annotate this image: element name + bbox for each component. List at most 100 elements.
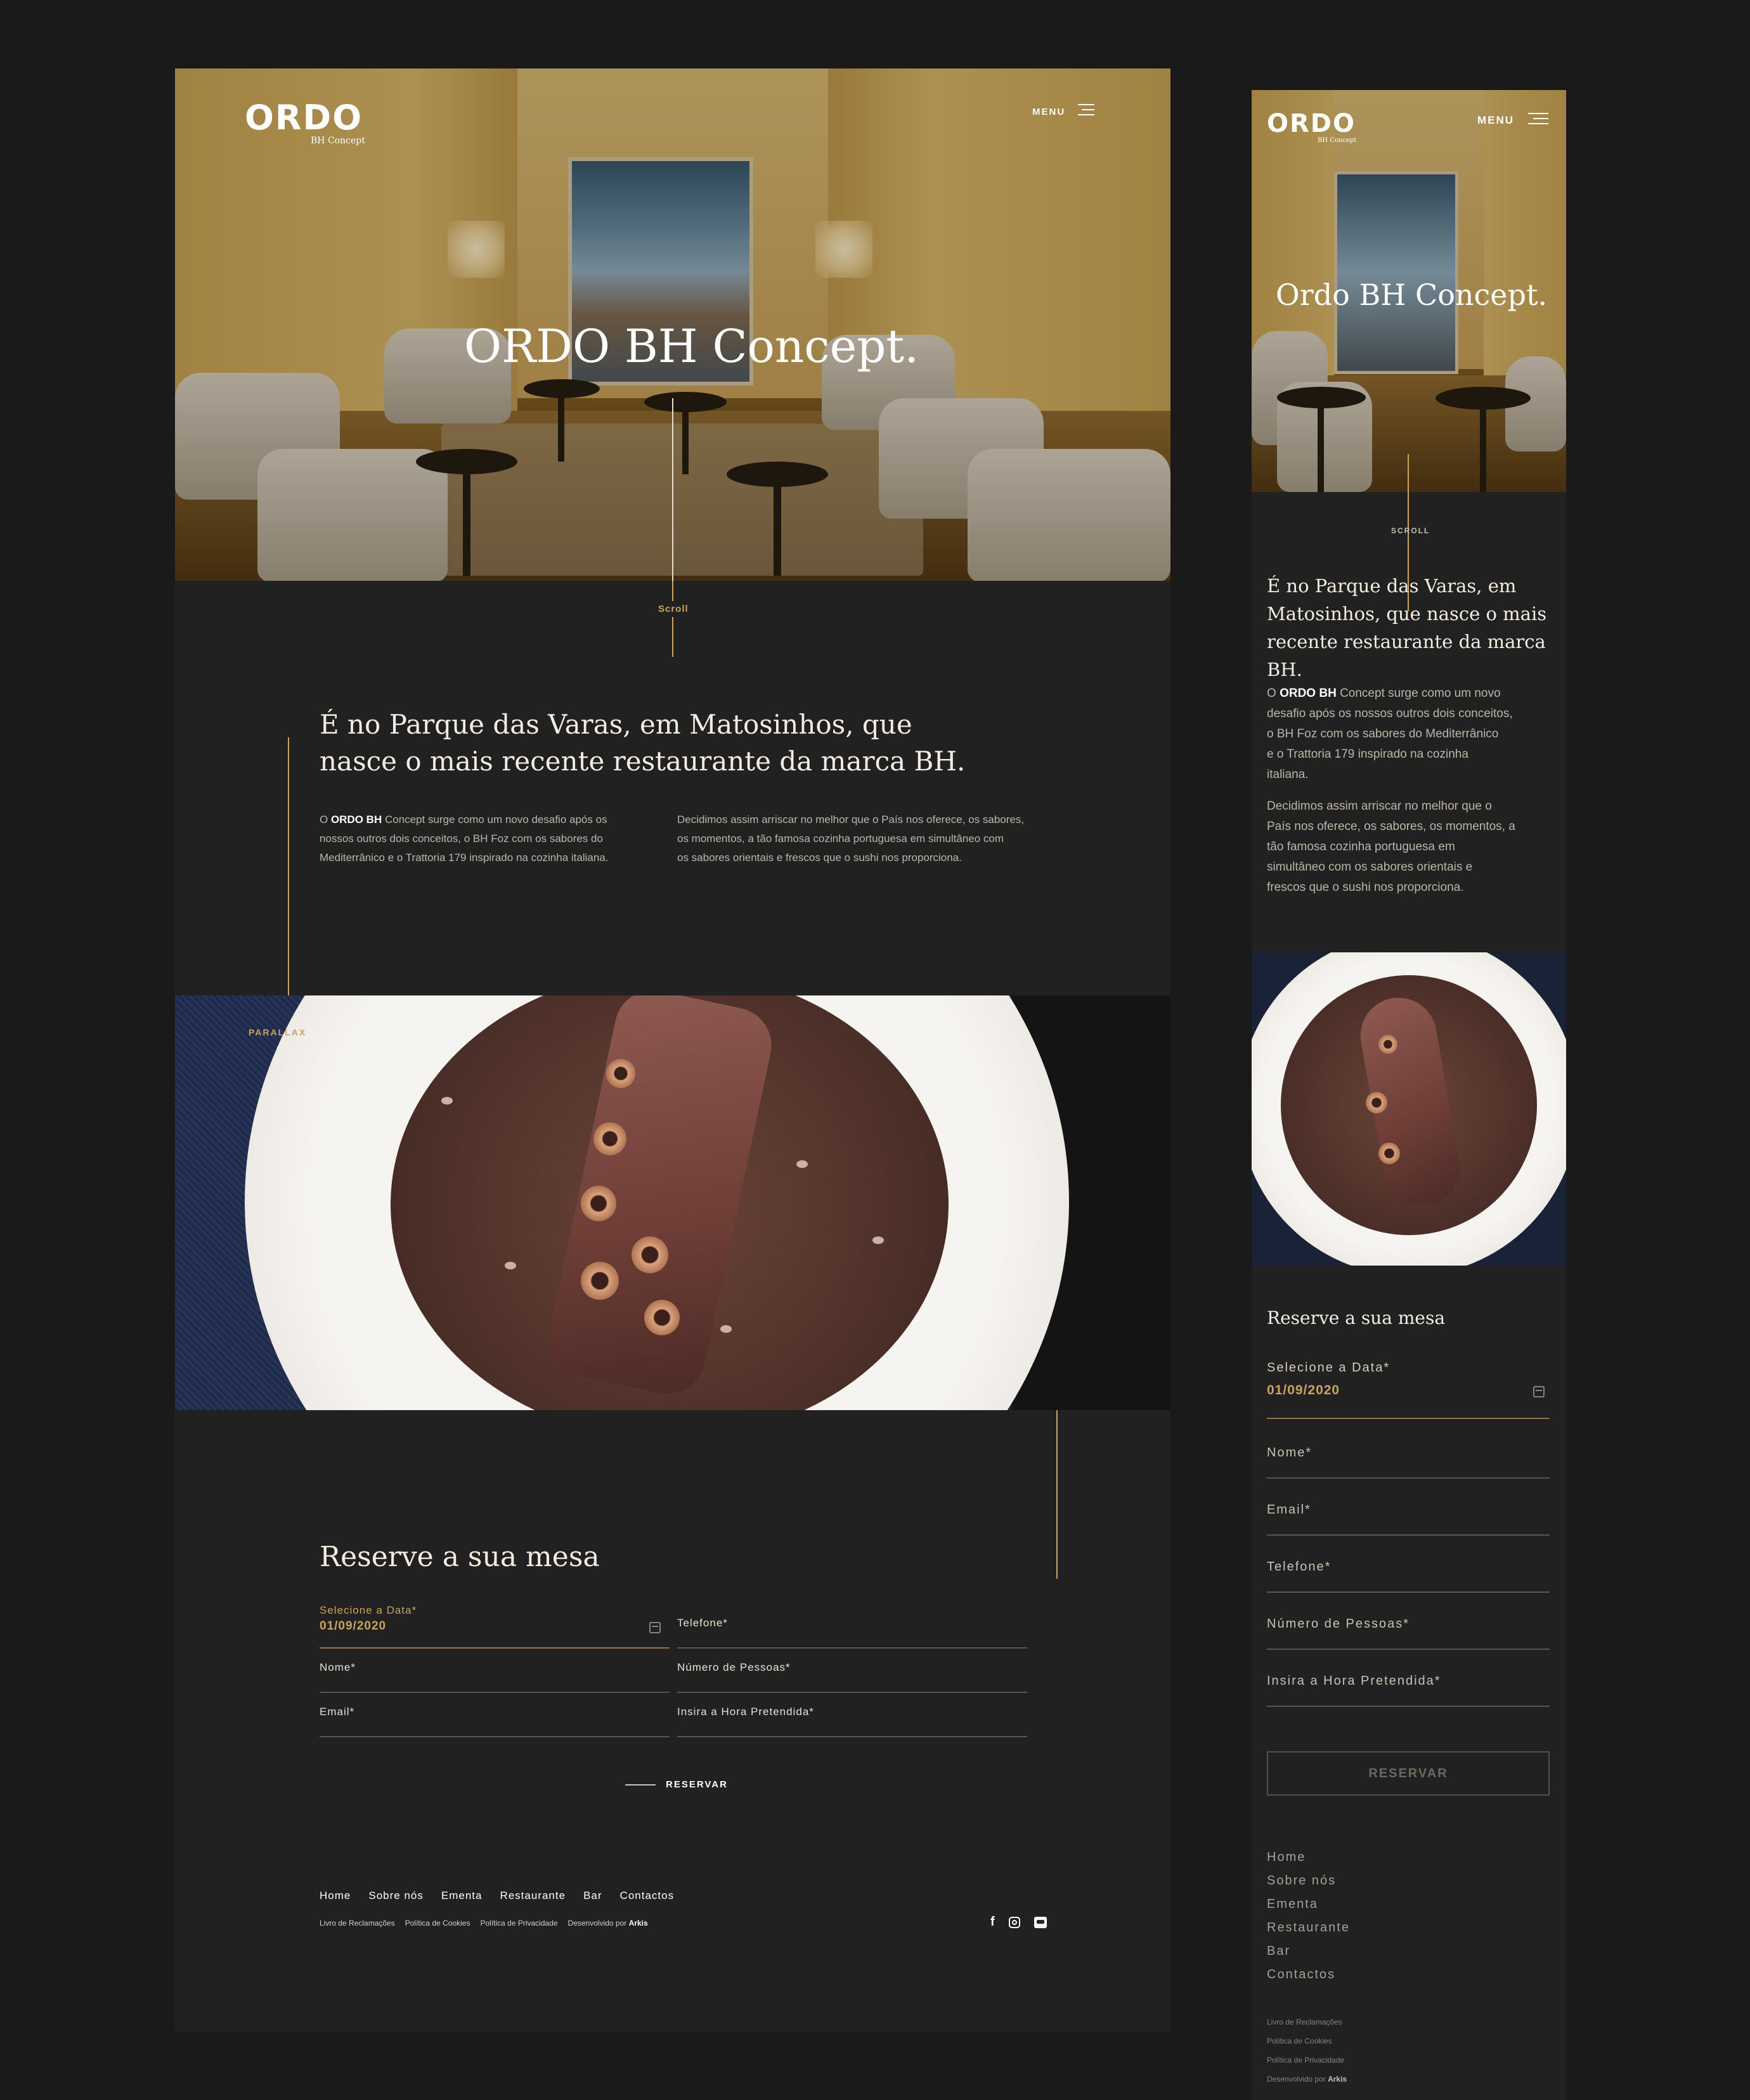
logo[interactable]: ORDO BH Concept xyxy=(245,100,365,146)
reservation-title: Reserve a sua mesa xyxy=(320,1541,600,1573)
facebook-icon[interactable]: f xyxy=(990,1915,995,1929)
scroll-indicator[interactable]: Scroll xyxy=(658,601,689,617)
hero-section: ORDO BH Concept MENU ORDO BH Concept. xyxy=(175,68,1170,581)
instagram-icon[interactable] xyxy=(1008,1916,1020,1928)
octopus-sucker xyxy=(1366,1092,1387,1113)
button-line xyxy=(625,1784,656,1786)
mobile-people-field[interactable]: Número de Pessoas* xyxy=(1267,1617,1550,1650)
phone-label: Telefone* xyxy=(677,1617,728,1629)
intro-heading: É no Parque das Varas, em Matosinhos, qu… xyxy=(320,706,965,780)
name-label: Nome* xyxy=(320,1661,356,1673)
reserve-label: RESERVAR xyxy=(666,1779,728,1790)
mobile-footer-legal: Livro de Reclamações Política de Cookies… xyxy=(1267,2018,1347,2084)
hamburger-icon xyxy=(1528,113,1549,128)
intro-paragraph-2: Decidimos assim arriscar no melhor que o… xyxy=(677,810,1070,867)
complaints-book-link[interactable]: Livro de Reclamações xyxy=(1267,2018,1347,2026)
menu-button[interactable]: MENU xyxy=(1032,104,1095,119)
people-label: Número de Pessoas* xyxy=(677,1661,791,1673)
email-label: Email* xyxy=(1267,1503,1311,1517)
footer-link-contacts[interactable]: Contactos xyxy=(620,1889,675,1902)
footer-link-home[interactable]: Home xyxy=(1267,1850,1350,1865)
intro-heading-line: Matosinhos, que nasce o mais xyxy=(1267,603,1547,625)
footer-link-bar[interactable]: Bar xyxy=(1267,1944,1350,1959)
date-label: Selecione a Data* xyxy=(1267,1361,1390,1375)
intro-text: Decidimos assim arriscar no melhor que o xyxy=(1267,800,1492,813)
phone-field[interactable]: Telefone* xyxy=(677,1617,1027,1650)
privacy-policy-link[interactable]: Política de Privacidade xyxy=(480,1919,557,1928)
footer-link-about[interactable]: Sobre nós xyxy=(368,1889,424,1902)
privacy-policy-link[interactable]: Política de Privacidade xyxy=(1267,2056,1347,2064)
mobile-page: ORDO BH Concept MENU Ordo BH Concept. SC… xyxy=(1252,90,1566,2100)
date-value[interactable]: 01/09/2020 xyxy=(320,1619,670,1633)
intro-text: e o Trattoria 179 inspirado na cozinha xyxy=(1267,748,1468,761)
intro-text: O xyxy=(1267,687,1280,700)
intro-text: simultâneo com os sabores orientais e xyxy=(1267,860,1473,874)
date-field[interactable]: Selecione a Data* 01/09/2020 xyxy=(320,1604,670,1650)
mobile-footer-nav: Home Sobre nós Ementa Restaurante Bar Co… xyxy=(1267,1850,1350,1982)
octopus-sucker xyxy=(644,1300,680,1335)
reservation-title: Reserve a sua mesa xyxy=(1267,1307,1446,1328)
scroll-indicator[interactable]: SCROLL xyxy=(1391,526,1430,535)
dev-prefix: Desenvolvido por xyxy=(1267,2075,1326,2084)
hamburger-icon xyxy=(1078,104,1095,119)
footer-link-home[interactable]: Home xyxy=(320,1889,351,1902)
date-value[interactable]: 01/09/2020 xyxy=(1267,1383,1550,1398)
intro-heading-line: É no Parque das Varas, em xyxy=(1267,575,1517,597)
field-underline xyxy=(1267,1418,1550,1419)
octopus-sucker xyxy=(606,1059,635,1088)
mobile-email-field[interactable]: Email* xyxy=(1267,1503,1550,1536)
reserve-button[interactable]: RESERVAR xyxy=(625,1779,728,1790)
mobile-date-field[interactable]: Selecione a Data* 01/09/2020 xyxy=(1267,1361,1550,1420)
field-underline xyxy=(1267,1706,1550,1707)
dev-prefix: Desenvolvido por xyxy=(567,1919,627,1928)
mobile-reserve-button[interactable]: RESERVAR xyxy=(1267,1751,1550,1796)
developer-link[interactable]: Arkis xyxy=(1328,2075,1347,2084)
email-label: Email* xyxy=(320,1706,355,1718)
mobile-phone-field[interactable]: Telefone* xyxy=(1267,1560,1550,1593)
footer-link-restaurant[interactable]: Restaurante xyxy=(500,1889,566,1902)
rice-grain xyxy=(505,1262,516,1269)
developer-credit: Desenvolvido por Arkis xyxy=(1267,2075,1347,2084)
developer-link[interactable]: Arkis xyxy=(629,1919,648,1928)
menu-label: MENU xyxy=(1477,114,1515,126)
intro-text: Decidimos assim arriscar no melhor que o… xyxy=(677,813,1025,826)
name-label: Nome* xyxy=(1267,1446,1312,1460)
rice-grain xyxy=(872,1236,884,1244)
mobile-name-field[interactable]: Nome* xyxy=(1267,1446,1550,1479)
field-underline xyxy=(677,1647,1027,1649)
footer-link-menu[interactable]: Ementa xyxy=(1267,1897,1350,1912)
name-field[interactable]: Nome* xyxy=(320,1661,670,1694)
footer-link-contacts[interactable]: Contactos xyxy=(1267,1967,1350,1982)
footer-link-bar[interactable]: Bar xyxy=(583,1889,602,1902)
complaints-book-link[interactable]: Livro de Reclamações xyxy=(320,1919,395,1928)
field-underline xyxy=(320,1647,670,1649)
intro-text: Mediterrânico e o Trattoria 179 inspirad… xyxy=(320,852,609,864)
footer-link-restaurant[interactable]: Restaurante xyxy=(1267,1921,1350,1935)
email-field[interactable]: Email* xyxy=(320,1706,670,1739)
intro-side-line xyxy=(288,737,289,995)
intro-brand: ORDO BH xyxy=(330,813,382,826)
time-label: Insira a Hora Pretendida* xyxy=(677,1706,814,1718)
cookie-policy-link[interactable]: Política de Cookies xyxy=(1267,2037,1347,2045)
footer-link-about[interactable]: Sobre nós xyxy=(1267,1874,1350,1888)
rice-grain xyxy=(720,1325,732,1333)
logo-wordmark: ORDO xyxy=(245,98,363,138)
mobile-time-field[interactable]: Insira a Hora Pretendida* xyxy=(1267,1674,1550,1707)
footer-link-menu[interactable]: Ementa xyxy=(441,1889,483,1902)
parallax-label: PARALLAX xyxy=(249,1027,307,1037)
tripadvisor-icon[interactable] xyxy=(1034,1916,1047,1928)
time-field[interactable]: Insira a Hora Pretendida* xyxy=(677,1706,1027,1739)
octopus-sucker xyxy=(632,1236,668,1273)
field-underline xyxy=(1267,1534,1550,1536)
calendar-icon[interactable] xyxy=(649,1622,661,1633)
social-links: f xyxy=(990,1915,1047,1929)
calendar-icon[interactable] xyxy=(1533,1386,1545,1397)
intro-text: o BH Foz com os sabores do Mediterrânico xyxy=(1267,727,1499,741)
people-field[interactable]: Número de Pessoas* xyxy=(677,1661,1027,1694)
mobile-logo[interactable]: ORDO BH Concept xyxy=(1267,110,1356,144)
intro-text: frescos que o sushi nos proporciona. xyxy=(1267,881,1464,894)
mobile-intro-p1: O ORDO BH Concept surge como um novo des… xyxy=(1267,684,1559,785)
intro-heading-line: É no Parque das Varas, em Matosinhos, qu… xyxy=(320,709,912,740)
cookie-policy-link[interactable]: Política de Cookies xyxy=(405,1919,470,1928)
mobile-menu-button[interactable]: MENU xyxy=(1477,113,1549,128)
